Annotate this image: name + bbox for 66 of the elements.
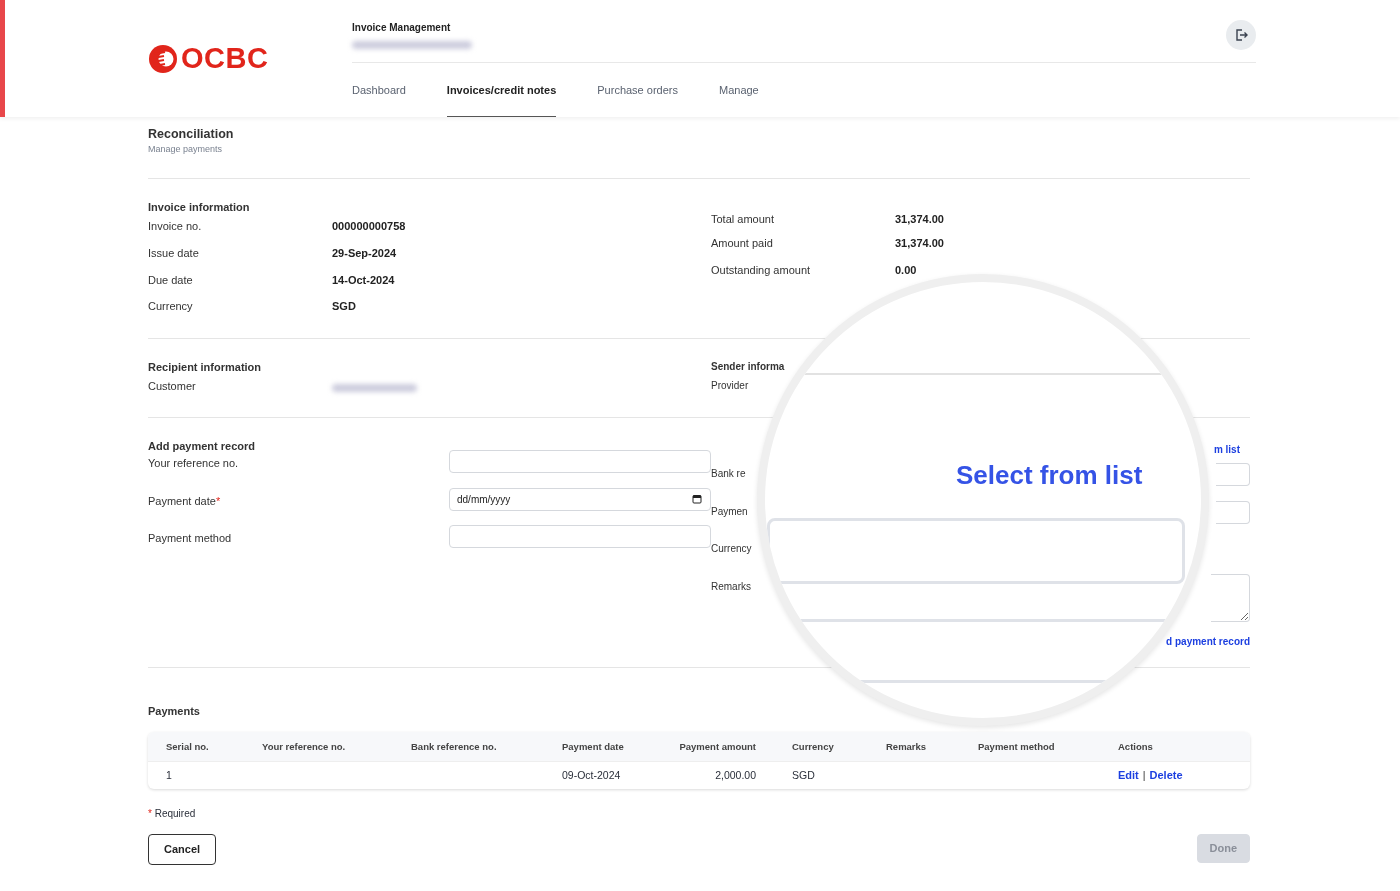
column-header: Payment date — [562, 740, 625, 752]
column-header: Bank reference no. — [411, 740, 498, 752]
column-header: Payment amount — [678, 740, 757, 752]
field-label: Customer — [148, 380, 197, 393]
nav-tab[interactable]: Dashboard — [352, 63, 406, 117]
field-label: Your reference no. — [148, 456, 239, 470]
logo-text: OCBC — [181, 42, 269, 75]
section-heading: Add payment record — [148, 440, 256, 453]
field-value: 14-Oct-2024 — [332, 273, 395, 286]
input-field[interactable] — [449, 525, 711, 549]
field-label: Outstanding amount — [711, 264, 812, 277]
page-title: Reconciliation — [148, 127, 235, 141]
calendar-icon[interactable] — [692, 494, 702, 505]
field-value: 31,374.00 — [895, 237, 944, 250]
field-label: Bank re — [711, 467, 746, 480]
section-heading: Invoice information — [148, 201, 251, 213]
field-value: 0.00 — [895, 264, 917, 277]
separator: | — [1142, 769, 1146, 782]
field-label: Issue date — [148, 247, 200, 260]
nav-tab[interactable]: Purchase orders — [597, 63, 678, 117]
field-value: 000000000758 — [332, 220, 406, 233]
table-cell-text: 2,000.00 — [714, 769, 757, 782]
field-value: 29-Sep-2024 — [332, 247, 397, 260]
field-value: SGD — [332, 300, 356, 313]
table-cell-text: 1 — [166, 769, 173, 782]
logout-icon[interactable] — [1226, 20, 1256, 50]
field-label: Payment date* — [148, 493, 221, 507]
section-heading: Sender informa — [711, 360, 786, 372]
footer-button[interactable]: Cancel — [148, 833, 217, 865]
action-link[interactable]: Delete — [1149, 769, 1183, 782]
nav-tab[interactable]: Invoices/credit notes — [446, 63, 557, 117]
add-link[interactable]: d payment record — [1166, 635, 1250, 655]
app-title: Invoice Management — [352, 22, 452, 33]
input-field[interactable] — [449, 450, 711, 474]
field-label: Payment method — [148, 531, 232, 545]
field-label: Total amount — [711, 213, 775, 225]
section-heading: Payments — [148, 704, 201, 717]
date-field[interactable]: dd/mm/yyyy — [449, 487, 711, 511]
remarks-field[interactable] — [1211, 573, 1250, 622]
logo-icon — [148, 43, 178, 74]
required-note: Required — [154, 807, 196, 819]
column-header: Currency — [792, 740, 835, 752]
field-label: Currency — [148, 300, 194, 313]
table-cell-text: SGD — [792, 769, 816, 782]
page-subtitle: Manage payments — [148, 144, 224, 154]
field-value: 31,374.00 — [895, 213, 944, 225]
field-label: Paymen — [711, 504, 748, 517]
field-label: Provider — [711, 379, 750, 391]
field-label: Invoice no. — [148, 220, 203, 233]
section-heading: Recipient information — [148, 360, 263, 373]
nav-tab[interactable]: Manage — [719, 63, 759, 117]
select-link[interactable]: m list — [1213, 444, 1240, 464]
action-link[interactable]: Edit — [1118, 769, 1139, 782]
input-field[interactable] — [1216, 463, 1250, 487]
field-label: Remarks — [711, 579, 751, 592]
field-label: Amount paid — [711, 237, 774, 250]
required-mark: * — [148, 807, 152, 819]
column-header: Remarks — [886, 740, 928, 752]
field-label: Currency — [711, 542, 752, 555]
input-field[interactable] — [1216, 500, 1250, 524]
table-cell-text: 09-Oct-2024 — [562, 769, 622, 782]
column-header: Serial no. — [166, 740, 210, 752]
column-header: Your reference no. — [262, 740, 347, 752]
column-header: Payment method — [978, 740, 1056, 752]
column-header: Actions — [1118, 740, 1154, 752]
field-label: Due date — [148, 273, 194, 286]
